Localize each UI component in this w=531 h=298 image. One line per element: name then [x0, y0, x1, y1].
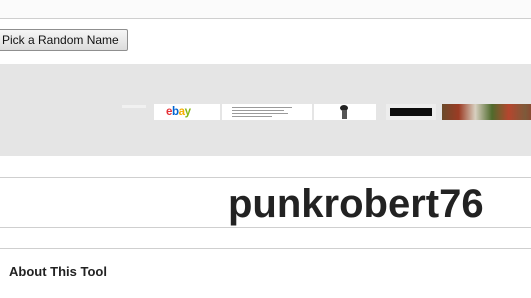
ebay-logo-letter: b	[172, 106, 179, 118]
person-thumbnail[interactable]	[314, 104, 376, 120]
photo-thumbnail[interactable]	[442, 104, 531, 120]
divider	[0, 177, 531, 178]
pick-random-name-button[interactable]: Pick a Random Name	[0, 29, 128, 51]
divider	[0, 227, 531, 228]
divider	[0, 18, 531, 19]
ad-marker	[122, 105, 146, 108]
ebay-logo-letter: y	[184, 106, 191, 118]
text-ad[interactable]	[222, 104, 312, 120]
tv-icon	[390, 108, 432, 116]
ad-strip[interactable]: ebay	[122, 104, 531, 120]
divider	[0, 248, 531, 249]
ad-banner[interactable]: ebay	[0, 64, 531, 156]
about-heading: About This Tool	[9, 264, 107, 279]
tv-thumbnail[interactable]	[386, 104, 436, 120]
top-bar	[0, 0, 531, 18]
random-name-result: punkrobert76	[228, 182, 484, 226]
ebay-logo[interactable]: ebay	[154, 104, 220, 120]
